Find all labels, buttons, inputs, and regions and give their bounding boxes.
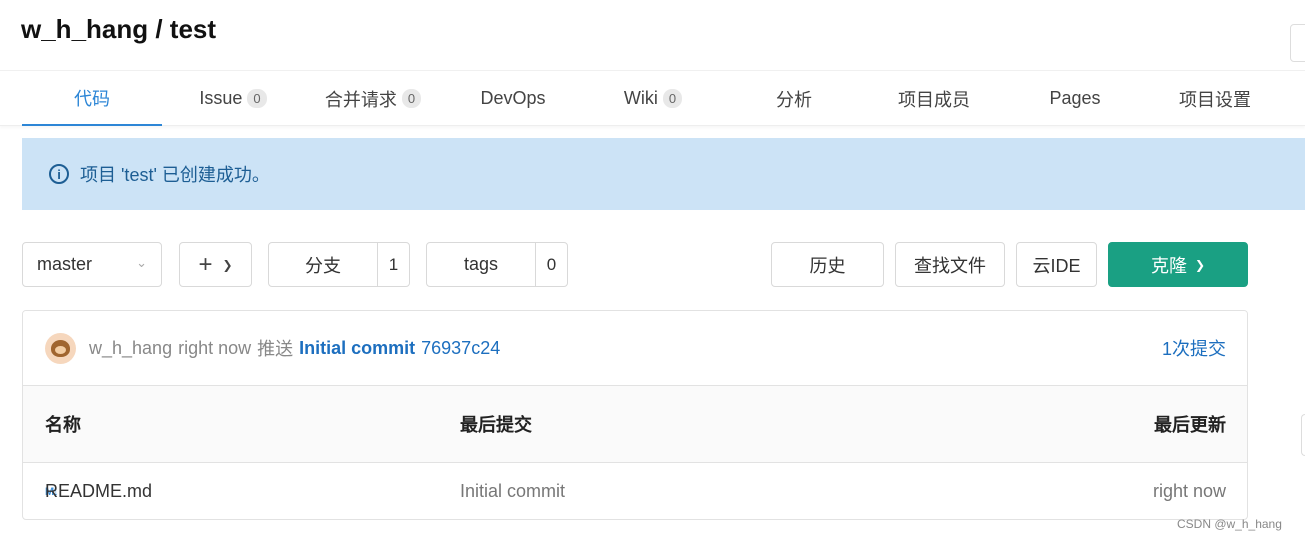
count-badge: 0 [401, 89, 422, 108]
chevron-down-icon: ⌄ [136, 255, 147, 270]
commit-message-link[interactable]: Initial commit [299, 338, 415, 359]
tab-pages[interactable]: Pages [1005, 71, 1145, 126]
column-header-last-update: 最后更新 [1154, 415, 1226, 435]
branch-select-value: master [37, 254, 93, 274]
commit-author[interactable]: w_h_hang [89, 338, 172, 359]
tab-label: 项目设置 [1179, 89, 1251, 110]
add-dropdown-button[interactable]: + ❯ [179, 242, 252, 287]
column-header-name: 名称 [45, 415, 81, 435]
info-icon: i [49, 164, 69, 184]
branches-label: 分支 [305, 255, 341, 276]
tab-settings[interactable]: 项目设置 [1145, 71, 1285, 126]
project-tabs: 代码 Issue 0 合并请求 0 DevOps Wiki 0 分析 项目成员 … [0, 70, 1305, 126]
history-button[interactable]: 历史 [771, 242, 884, 287]
branches-button[interactable]: 分支 1 [268, 242, 410, 287]
tags-label: tags [463, 254, 499, 274]
tab-label: 项目成员 [898, 89, 970, 110]
cloud-ide-button[interactable]: 云IDE [1016, 242, 1097, 287]
column-header-last-commit: 最后提交 [460, 415, 532, 435]
last-commit-bar: w_h_hang right now 推送 Initial commit 769… [23, 311, 1247, 386]
tab-analytics[interactable]: 分析 [724, 71, 864, 126]
watermark: CSDN @w_h_hang [1177, 517, 1282, 531]
table-row[interactable]: M↓ README.md Initial commit right now [23, 463, 1247, 519]
commit-count-link[interactable]: 1次提交 [1162, 335, 1226, 361]
tab-label: 分析 [776, 89, 812, 110]
header-action-button[interactable] [1290, 24, 1305, 62]
tab-label: Wiki [623, 88, 658, 108]
branch-select[interactable]: master ⌄ [22, 242, 162, 287]
chevron-down-icon: ❯ [222, 257, 233, 272]
repository-browser: w_h_hang right now 推送 Initial commit 769… [22, 310, 1248, 520]
count-badge: 0 [247, 89, 267, 108]
tab-code[interactable]: 代码 [22, 71, 162, 126]
tags-button[interactable]: tags 0 [426, 242, 568, 287]
alert-message: 项目 'test' 已创建成功。 [80, 165, 270, 185]
count-badge: 0 [662, 89, 683, 108]
clone-button[interactable]: 克隆 ❯ [1108, 242, 1248, 287]
tab-label: Issue [199, 88, 243, 108]
tab-wiki[interactable]: Wiki 0 [583, 71, 723, 126]
commit-time: right now [178, 337, 252, 358]
tab-label: DevOps [480, 88, 546, 108]
plus-icon: + [198, 250, 213, 278]
chevron-down-icon: ❯ [1194, 257, 1206, 272]
file-last-update: right now [1152, 481, 1226, 501]
branches-count: 1 [377, 243, 409, 286]
commit-sha-link[interactable]: 76937c24 [421, 338, 500, 359]
tab-members[interactable]: 项目成员 [864, 71, 1004, 126]
avatar[interactable] [45, 332, 76, 364]
find-file-button[interactable]: 查找文件 [895, 242, 1005, 287]
tab-devops[interactable]: DevOps [443, 71, 583, 126]
tab-label: Pages [1049, 88, 1101, 108]
tags-count: 0 [535, 243, 567, 286]
file-table-header: 名称 最后提交 最后更新 [23, 386, 1247, 463]
page-title: w_h_hang / test [21, 14, 217, 44]
clone-label: 克隆 [1150, 255, 1187, 276]
file-last-commit[interactable]: Initial commit [460, 463, 565, 519]
tab-issue[interactable]: Issue 0 [163, 71, 303, 126]
side-toggle-button[interactable] [1301, 414, 1305, 456]
success-alert: i 项目 'test' 已创建成功。 [22, 138, 1305, 210]
tab-merge-requests[interactable]: 合并请求 0 [303, 71, 443, 126]
tab-label: 合并请求 [324, 89, 397, 110]
file-name[interactable]: README.md [45, 463, 152, 519]
tab-label: 代码 [74, 88, 110, 109]
commit-action: 推送 [257, 339, 294, 359]
